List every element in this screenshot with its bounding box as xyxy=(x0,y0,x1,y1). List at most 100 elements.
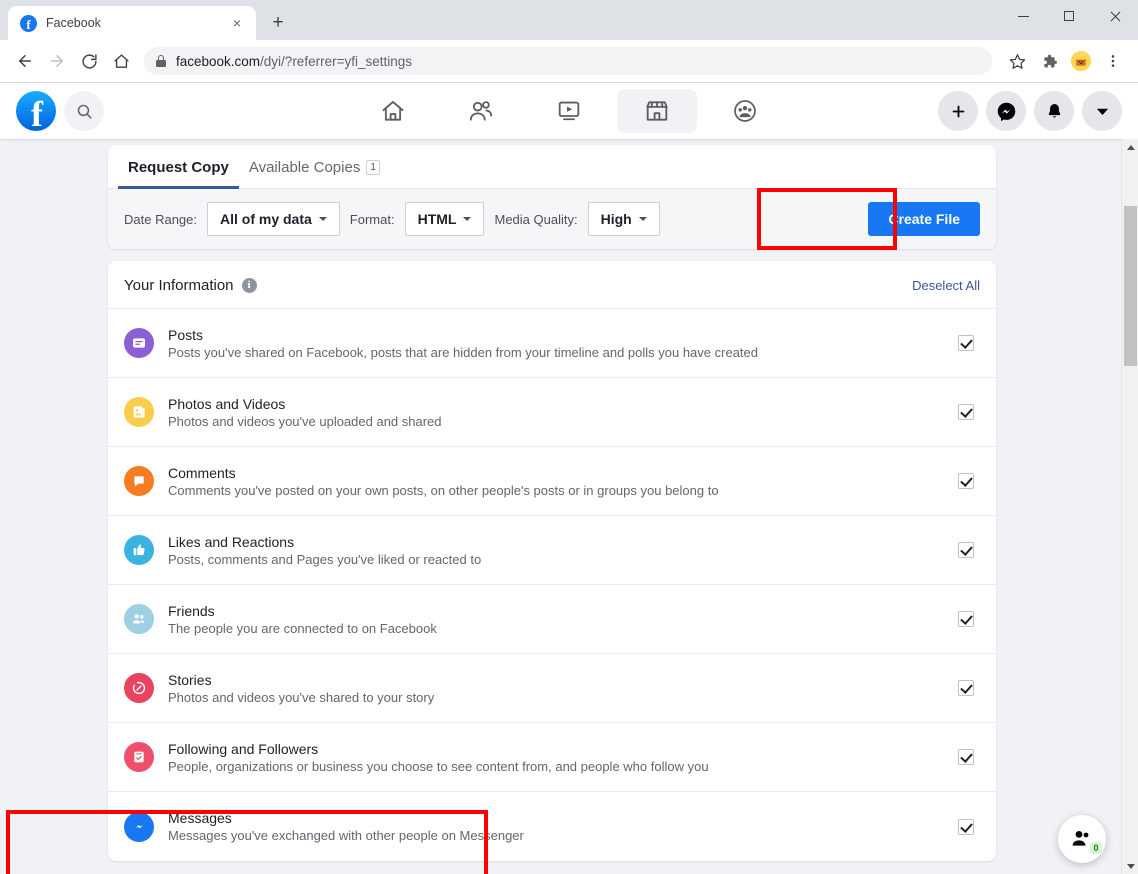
list-item-checkbox[interactable] xyxy=(958,473,974,489)
list-item[interactable]: Photos and Videos Photos and videos you'… xyxy=(108,378,996,447)
three-dot-menu-icon[interactable] xyxy=(1098,46,1128,76)
list-item-checkbox[interactable] xyxy=(958,680,974,696)
list-item[interactable]: Likes and Reactions Posts, comments and … xyxy=(108,516,996,585)
list-item-checkbox[interactable] xyxy=(958,542,974,558)
content-column: Request Copy Available Copies 1 Date Ran… xyxy=(108,139,996,861)
date-range-dropdown[interactable]: All of my data xyxy=(207,202,340,236)
format-dropdown[interactable]: HTML xyxy=(404,202,485,236)
list-item[interactable]: Friends The people you are connected to … xyxy=(108,585,996,654)
reload-button[interactable] xyxy=(74,46,104,76)
chevron-down-icon xyxy=(638,217,647,221)
stories-icon xyxy=(124,673,154,703)
tab-request-copy[interactable]: Request Copy xyxy=(118,145,239,189)
format-value: HTML xyxy=(417,211,457,227)
list-item-title: Following and Followers xyxy=(168,740,319,757)
facebook-page: f Request Copy Available Copies 1 Date R… xyxy=(0,83,1138,874)
url-path: /dyi/?referrer=yfi_settings xyxy=(260,53,412,69)
info-icon[interactable]: i xyxy=(241,278,257,293)
list-item-checkbox[interactable] xyxy=(958,749,974,765)
contacts-icon[interactable]: 0 xyxy=(1058,815,1106,863)
search-icon[interactable] xyxy=(64,91,104,131)
list-item-checkbox[interactable] xyxy=(958,404,974,420)
list-item-desc: People, organizations or business you ch… xyxy=(168,758,709,774)
nav-home[interactable] xyxy=(353,89,433,133)
list-item-checkbox[interactable] xyxy=(958,611,974,627)
chevron-down-icon[interactable] xyxy=(1082,91,1122,131)
friends-icon xyxy=(124,604,154,634)
list-item-text: Messages Messages you've exchanged with … xyxy=(168,810,944,843)
tab-available-copies[interactable]: Available Copies 1 xyxy=(239,145,390,188)
page-scrollbar[interactable] xyxy=(1121,139,1138,874)
deselect-all-link[interactable]: Deselect All xyxy=(912,278,980,293)
list-item-text: Comments Comments you've posted on your … xyxy=(168,465,944,498)
list-item[interactable]: Messages Messages you've exchanged with … xyxy=(108,792,996,861)
list-item-checkbox[interactable] xyxy=(958,818,974,835)
list-item-title: Comments xyxy=(168,464,236,481)
create-file-button[interactable]: Create File xyxy=(868,202,980,236)
minimize-button[interactable] xyxy=(1000,0,1046,32)
home-button[interactable] xyxy=(106,46,136,76)
toolbar-right-actions xyxy=(1002,46,1128,76)
media-quality-label: Media Quality: xyxy=(494,211,578,227)
list-item-desc: Posts you've shared on Facebook, posts t… xyxy=(168,344,758,360)
list-item-text: Stories Photos and videos you've shared … xyxy=(168,672,944,705)
close-icon xyxy=(1109,10,1122,23)
list-item[interactable]: Stories Photos and videos you've shared … xyxy=(108,654,996,723)
facebook-logo[interactable]: f xyxy=(16,91,56,131)
list-item[interactable]: Following and Followers People, organiza… xyxy=(108,723,996,792)
nav-marketplace[interactable] xyxy=(617,89,697,133)
photos-videos-icon xyxy=(124,397,154,427)
list-item-text: Likes and Reactions Posts, comments and … xyxy=(168,534,944,567)
media-quality-value: High xyxy=(600,211,632,227)
messenger-icon[interactable] xyxy=(986,91,1026,131)
list-item[interactable]: Comments Comments you've posted on your … xyxy=(108,447,996,516)
dog-avatar-icon[interactable] xyxy=(1066,46,1096,76)
scroll-up-arrow[interactable] xyxy=(1122,139,1138,156)
puzzle-icon[interactable] xyxy=(1034,46,1064,76)
list-item[interactable]: Posts Posts you've shared on Facebook, p… xyxy=(108,309,996,378)
star-icon[interactable] xyxy=(1002,46,1032,76)
request-copy-card: Request Copy Available Copies 1 Date Ran… xyxy=(108,145,996,249)
plus-icon[interactable] xyxy=(938,91,978,131)
chevron-down-icon xyxy=(318,217,327,221)
list-item-title: Likes and Reactions xyxy=(168,533,295,550)
header-left: f xyxy=(16,91,104,131)
list-item-desc: Photos and videos you've shared to your … xyxy=(168,689,435,705)
posts-icon xyxy=(124,328,154,358)
messages-icon xyxy=(124,811,154,842)
list-item-text: Posts Posts you've shared on Facebook, p… xyxy=(168,327,944,360)
url-domain: facebook.com xyxy=(176,53,261,69)
your-information-header: Your Information i Deselect All xyxy=(108,261,996,309)
back-button[interactable] xyxy=(10,46,40,76)
list-item-title: Photos and Videos xyxy=(168,395,286,412)
address-bar[interactable]: facebook.com/dyi/?referrer=yfi_settings xyxy=(144,47,992,75)
nav-watch[interactable] xyxy=(529,89,609,133)
list-item-desc: Comments you've posted on your own posts… xyxy=(168,482,719,498)
list-item-desc: Messages you've exchanged with other peo… xyxy=(168,828,524,843)
date-range-value: All of my data xyxy=(220,211,312,227)
facebook-logo-letter: f xyxy=(31,94,43,131)
maximize-button[interactable] xyxy=(1046,0,1092,32)
scroll-down-arrow[interactable] xyxy=(1122,858,1138,874)
list-item-checkbox[interactable] xyxy=(958,335,974,351)
your-information-card: Your Information i Deselect All Posts Po… xyxy=(108,261,996,861)
bell-icon[interactable] xyxy=(1034,91,1074,131)
nav-friends[interactable] xyxy=(441,89,521,133)
close-icon[interactable]: × xyxy=(228,14,246,32)
close-window-button[interactable] xyxy=(1092,0,1138,32)
filter-bar: Date Range: All of my data Format: HTML … xyxy=(108,189,996,249)
list-item-title: Messages xyxy=(168,810,232,826)
nav-groups[interactable] xyxy=(705,89,785,133)
forward-button[interactable] xyxy=(42,46,72,76)
list-item-text: Friends The people you are connected to … xyxy=(168,603,944,636)
browser-window: Facebook × + facebook.com/dyi/?referrer= xyxy=(0,0,1138,874)
maximize-icon xyxy=(1064,11,1074,21)
likes-reactions-icon xyxy=(124,535,154,565)
tab-request-copy-label: Request Copy xyxy=(128,159,229,176)
list-item-desc: The people you are connected to on Faceb… xyxy=(168,620,437,636)
scroll-thumb[interactable] xyxy=(1124,206,1137,366)
tab-bar: Request Copy Available Copies 1 xyxy=(108,145,996,189)
browser-tab[interactable]: Facebook × xyxy=(8,6,256,40)
media-quality-dropdown[interactable]: High xyxy=(587,202,660,236)
new-tab-button[interactable]: + xyxy=(264,9,292,37)
